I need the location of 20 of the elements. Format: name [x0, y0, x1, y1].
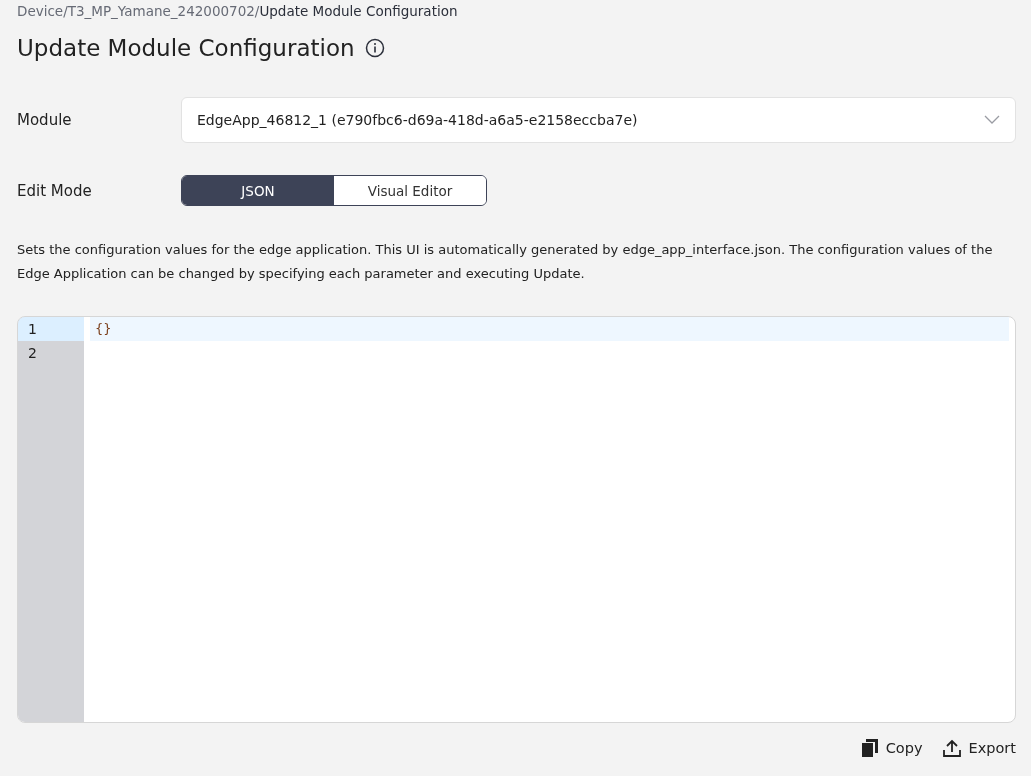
line-number: 2 [27, 344, 38, 363]
upload-icon [942, 739, 961, 757]
info-icon[interactable] [364, 38, 385, 58]
line-number: 1 [18, 317, 84, 341]
mode-toggle-button[interactable]: Visual Editor [334, 176, 486, 205]
export-button[interactable]: Export [942, 739, 1016, 757]
breadcrumb-link[interactable]: Device/ [17, 3, 68, 19]
module-dropdown[interactable]: EdgeApp_46812_1 (e790fbc6-d69a-418d-a6a5-e2158eccba7e) [181, 97, 1016, 143]
copy-button[interactable]: Copy [861, 739, 923, 757]
copy-icon [861, 739, 878, 757]
chevron-down-icon [984, 115, 1000, 125]
page-title: Update Module Configuration [17, 35, 355, 61]
code-editor[interactable]: 1 2 {} [17, 316, 1016, 723]
breadcrumb-current: Update Module Configuration [259, 3, 458, 19]
mode-toggle-button[interactable]: JSON [182, 176, 334, 205]
breadcrumb-link[interactable]: T3_MP_Yamane_242000702/ [67, 3, 260, 19]
code-line: {} [95, 321, 112, 336]
field-label: Module [17, 111, 73, 129]
field-label: Edit Mode [17, 181, 93, 200]
description-text: Sets the configuration values for the edge application. This UI is automatically generated by edge_app_interface.json. The configuration values of the Edge Application can be changed by specifying each parameter and executing Update. [17, 241, 994, 283]
